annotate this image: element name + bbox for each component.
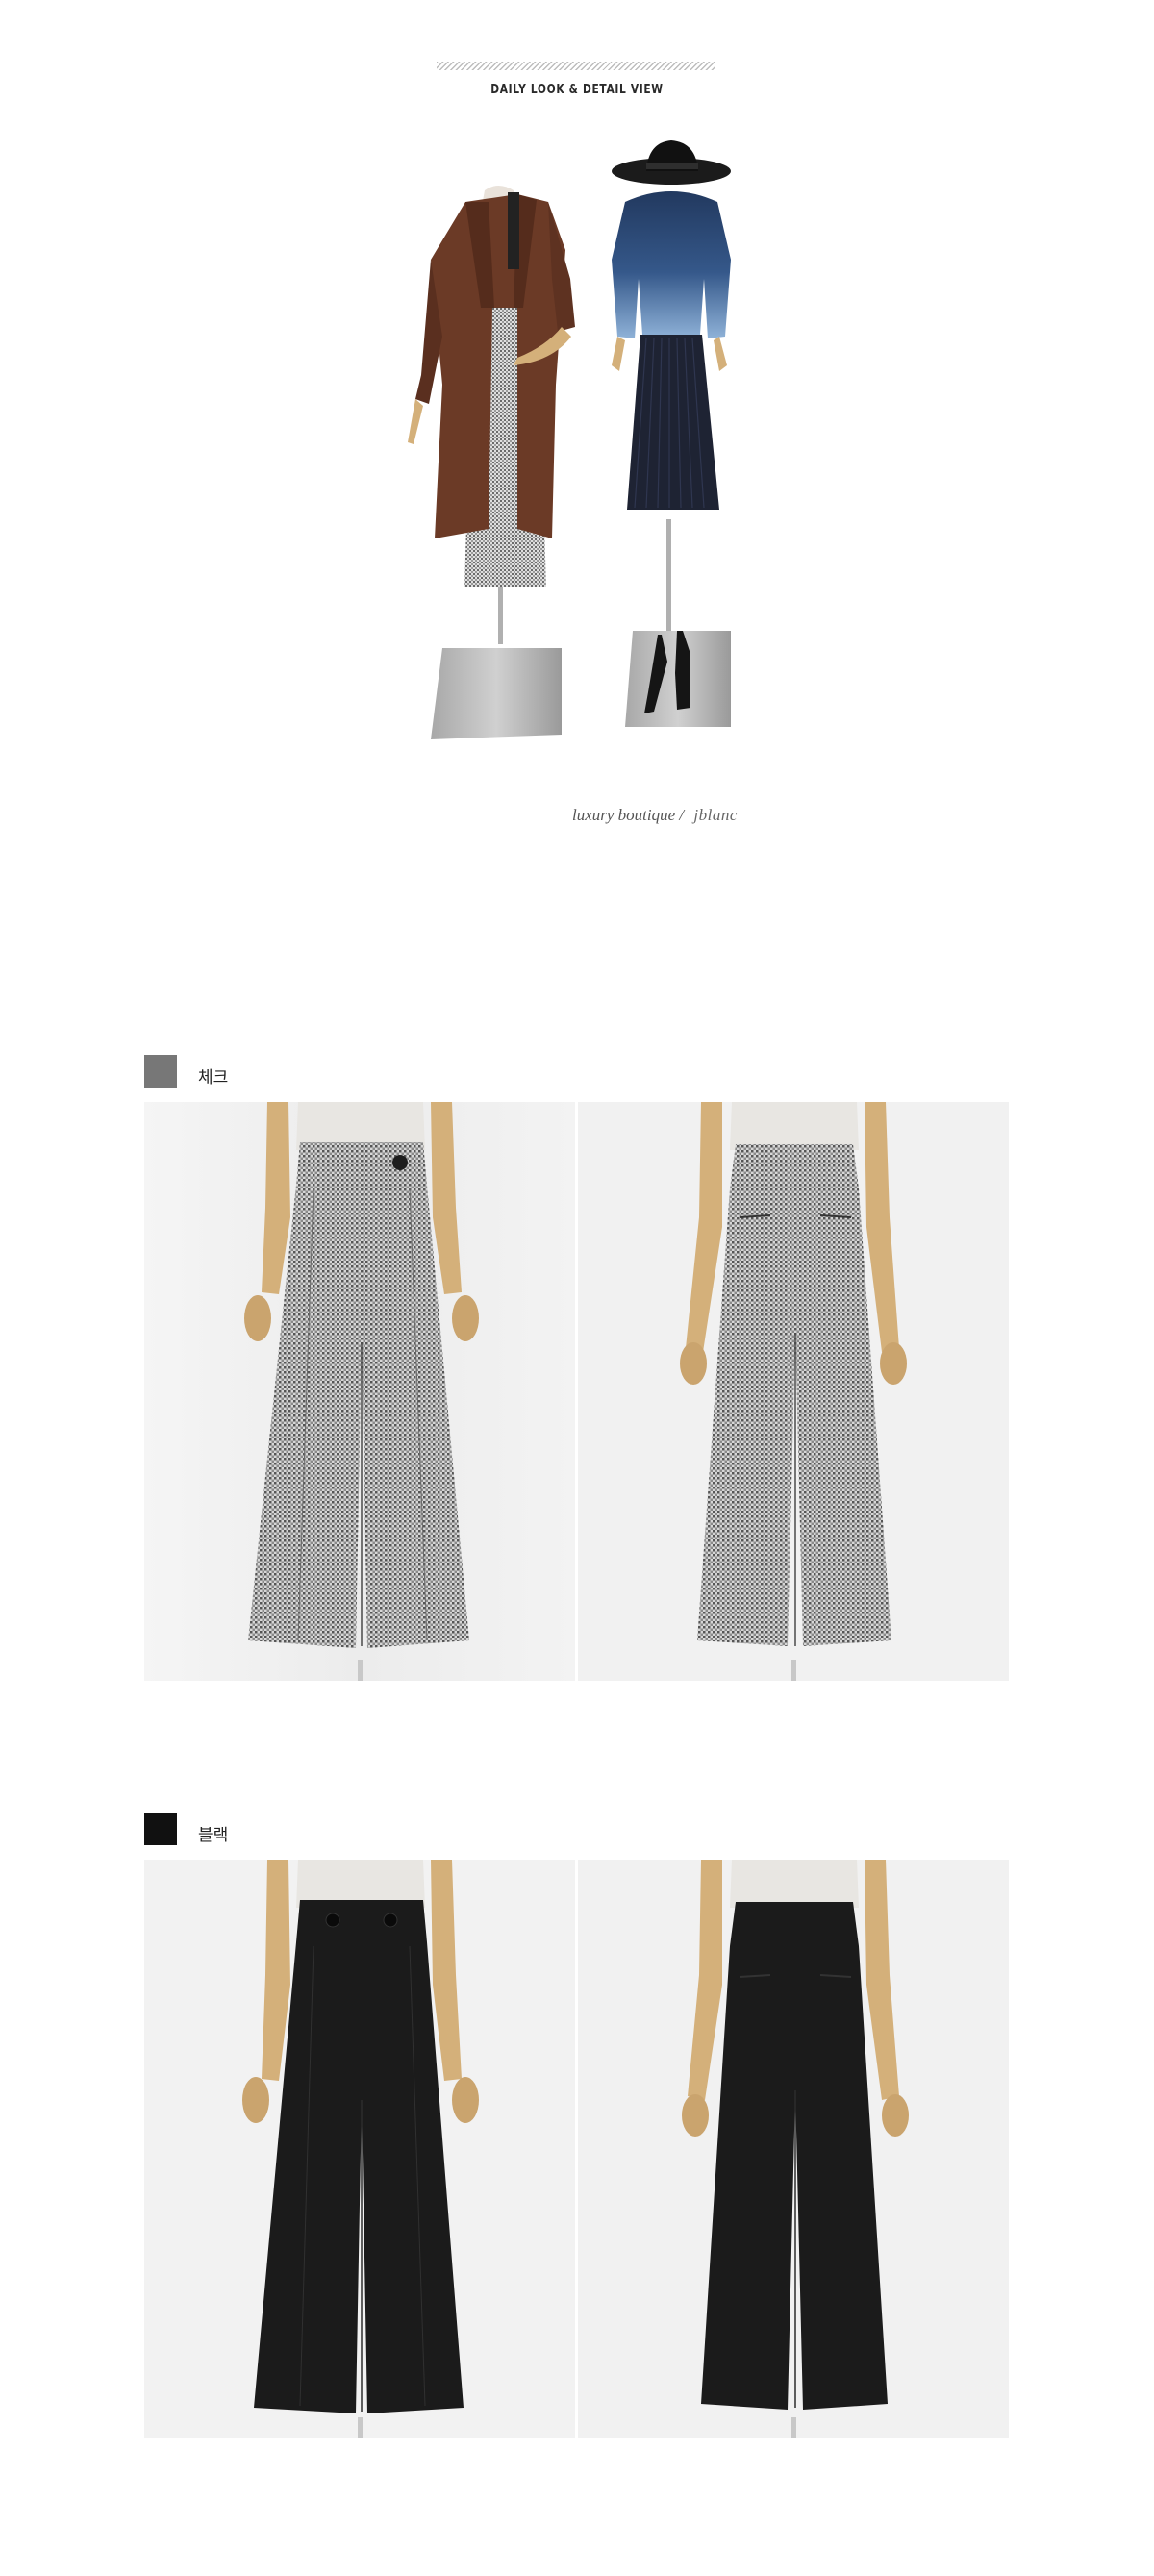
caption-separator: / — [679, 806, 685, 824]
black-color-label: 블랙 — [198, 1826, 229, 1845]
daily-look-image — [373, 135, 781, 740]
brand-signature: jblanc — [693, 806, 738, 824]
check-color-label: 체크 — [198, 1068, 229, 1088]
check-color-swatch — [144, 1055, 177, 1088]
caption-text: luxury boutique — [572, 806, 676, 824]
check-front-photo — [144, 1102, 575, 1681]
black-back-photo — [578, 1860, 1009, 2438]
section-title: DAILY LOOK & DETAIL VIEW — [490, 83, 664, 97]
brand-caption: luxury boutique / jblanc — [572, 806, 738, 825]
header-hatch-divider — [437, 62, 715, 70]
check-back-photo — [578, 1102, 1009, 1681]
black-color-swatch — [144, 1813, 177, 1845]
black-front-photo — [144, 1860, 575, 2438]
